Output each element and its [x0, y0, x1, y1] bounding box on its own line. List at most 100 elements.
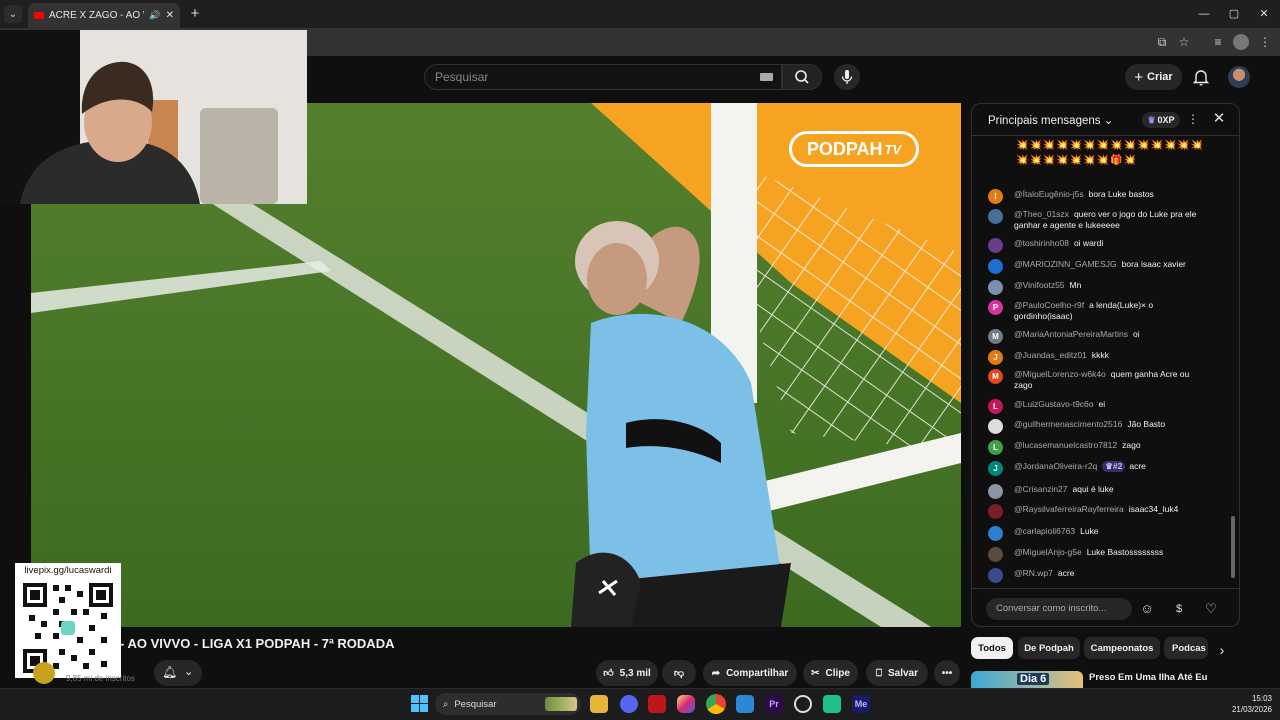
account-avatar[interactable]: [1228, 66, 1250, 88]
chip-campeonatos[interactable]: Campeonatos: [1084, 637, 1160, 659]
channel-avatar[interactable]: [33, 662, 55, 684]
chat-author-avatar[interactable]: L: [988, 399, 1003, 414]
chat-author-avatar[interactable]: L: [988, 440, 1003, 455]
chat-author-name[interactable]: @MiguelLorenzo-w6k4o: [1014, 369, 1106, 379]
chat-author-name[interactable]: @MiguelAnjo-g5e: [1014, 547, 1082, 557]
chat-author-name[interactable]: @lucasemanuelcastro7812: [1014, 440, 1117, 450]
chat-author-avatar[interactable]: [988, 209, 1003, 224]
chat-author-name[interactable]: @LuizGustavo-t9c6o: [1014, 399, 1094, 409]
speaker-icon[interactable]: 🔊: [149, 10, 160, 21]
cast-icon[interactable]: ⧉: [1154, 34, 1170, 50]
chat-message-text: Jão Basto: [1127, 419, 1166, 429]
super-chat-icon[interactable]: $: [1170, 600, 1188, 618]
chat-author-avatar[interactable]: I: [988, 189, 1003, 204]
notification-settings-button[interactable]: 🔔︎ ⌄: [154, 660, 202, 686]
media-encoder-icon[interactable]: Me: [852, 695, 870, 713]
chat-author-name[interactable]: @Vinifootz55: [1014, 280, 1065, 290]
chat-author-avatar[interactable]: P: [988, 300, 1003, 315]
chip-podcasts[interactable]: Podcas: [1164, 637, 1208, 659]
chat-input[interactable]: Conversar como inscrito...: [986, 598, 1132, 620]
chat-author-name[interactable]: @JordanaOliveira-r2q: [1014, 461, 1097, 471]
profile-icon[interactable]: [1233, 34, 1249, 50]
notifications-button[interactable]: [1192, 67, 1210, 87]
recommended-title[interactable]: Preso Em Uma Ilha Até Eu: [1089, 672, 1209, 683]
windows-start-icon[interactable]: [411, 695, 428, 712]
chat-mode-dropdown[interactable]: Principais mensagens ⌄: [988, 113, 1113, 127]
media-controls-icon[interactable]: ≡: [1210, 34, 1226, 50]
maximize-button[interactable]: ▢: [1226, 6, 1242, 22]
chat-author-avatar[interactable]: [988, 504, 1003, 519]
taskbar-clock[interactable]: 15:03 21/03/2026: [1224, 693, 1272, 715]
chat-message: L @lucasemanuelcastro7812 zago: [988, 440, 1208, 455]
chat-message-body: @Crisanzin27 aqui é luke: [1014, 484, 1208, 495]
search-button[interactable]: [782, 64, 822, 90]
chip-todos[interactable]: Todos: [971, 637, 1013, 659]
chat-author-avatar[interactable]: [988, 259, 1003, 274]
app-icon[interactable]: [823, 695, 841, 713]
chat-author-name[interactable]: @RaysilvaferreiraRayferreira: [1014, 504, 1124, 514]
photos-icon[interactable]: [736, 695, 754, 713]
chat-author-avatar[interactable]: [988, 419, 1003, 434]
tab-close-icon[interactable]: ✕: [166, 10, 174, 21]
discord-icon[interactable]: [620, 695, 638, 713]
tab-search-button[interactable]: ⌄: [4, 5, 22, 23]
chat-author-avatar[interactable]: M: [988, 369, 1003, 384]
chat-scroll-thumb[interactable]: [1231, 516, 1235, 578]
chat-author-name[interactable]: @Juandas_editz01: [1014, 350, 1087, 360]
chat-message-body: @Juandas_editz01 kkkk: [1014, 350, 1208, 361]
chat-author-avatar[interactable]: J: [988, 461, 1003, 476]
chat-author-name[interactable]: @RN.wp7: [1014, 568, 1053, 578]
chat-author-name[interactable]: @Crisanzin27: [1014, 484, 1068, 494]
chat-author-avatar[interactable]: [988, 547, 1003, 562]
xp-badge[interactable]: ♛ 0XP: [1142, 112, 1180, 128]
browser-menu-icon[interactable]: ⋮: [1257, 34, 1273, 50]
chevron-right-icon[interactable]: ›: [1214, 642, 1230, 658]
chat-author-name[interactable]: @toshirinho08: [1014, 238, 1069, 248]
chat-author-avatar[interactable]: J: [988, 350, 1003, 365]
clip-button[interactable]: ✂ Clipe: [803, 660, 858, 686]
voice-search-button[interactable]: [834, 64, 860, 90]
chat-author-avatar[interactable]: [988, 568, 1003, 583]
close-window-button[interactable]: ✕: [1256, 6, 1272, 22]
chat-author-name[interactable]: @guilhermenascimento2516: [1014, 419, 1122, 429]
obs-icon[interactable]: [794, 695, 812, 713]
search-input[interactable]: Pesquisar: [424, 64, 782, 90]
podpah-tv-logo: PODPAH TV: [789, 131, 919, 167]
qr-code-icon: [23, 583, 113, 673]
chat-author-name[interactable]: @PauloCoelho-r9f: [1014, 300, 1084, 310]
keyboard-icon[interactable]: [760, 73, 773, 81]
instagram-icon[interactable]: [677, 695, 695, 713]
chat-author-avatar[interactable]: M: [988, 329, 1003, 344]
heart-icon[interactable]: ♡: [1202, 600, 1220, 618]
more-actions-button[interactable]: •••: [934, 660, 960, 686]
chat-close-button[interactable]: ✕: [1210, 110, 1228, 128]
chat-author-name[interactable]: @ÍtaloEugênio-j5s: [1014, 189, 1084, 199]
taskbar-search[interactable]: ⌕ Pesquisar: [435, 693, 581, 715]
minimize-button[interactable]: —: [1196, 6, 1212, 22]
chevron-down-icon: ⌄: [1103, 115, 1114, 127]
chat-author-avatar[interactable]: [988, 484, 1003, 499]
bookmark-star-icon[interactable]: ☆: [1176, 34, 1192, 50]
browser-tab[interactable]: ACRE X ZAGO - AO VIVVO 🔊 ✕: [28, 3, 180, 28]
chat-author-avatar[interactable]: [988, 238, 1003, 253]
share-button[interactable]: ➦ Compartilhar: [703, 660, 797, 686]
chip-de-podpah[interactable]: De Podpah: [1018, 637, 1080, 659]
chat-author-avatar[interactable]: [988, 280, 1003, 295]
emoji-picker-icon[interactable]: ☺: [1138, 600, 1156, 618]
chat-menu-button[interactable]: ⋮: [1186, 112, 1200, 128]
save-button[interactable]: ⎕ Salvar: [866, 660, 928, 686]
file-explorer-icon[interactable]: [590, 695, 608, 713]
create-button[interactable]: + Criar: [1125, 64, 1182, 90]
dislike-button[interactable]: 👎︎: [662, 660, 696, 686]
chat-author-name[interactable]: @MariaAntoniaPereiraMartins: [1014, 329, 1128, 339]
new-tab-button[interactable]: +: [186, 5, 204, 23]
chat-author-name[interactable]: @MARIOZINN_GAMESJG: [1014, 259, 1117, 269]
chrome-icon[interactable]: [706, 694, 726, 714]
premiere-pro-icon[interactable]: Pr: [765, 695, 783, 713]
chat-author-name[interactable]: @carlapioli6763: [1014, 526, 1075, 536]
chat-author-name[interactable]: @Theo_01szx: [1014, 209, 1069, 219]
news-app-icon[interactable]: [648, 695, 666, 713]
chat-rank-badge: ♛#2: [1102, 461, 1126, 472]
like-button[interactable]: 👍︎ 5,3 mil: [596, 660, 658, 686]
chat-author-avatar[interactable]: [988, 526, 1003, 541]
